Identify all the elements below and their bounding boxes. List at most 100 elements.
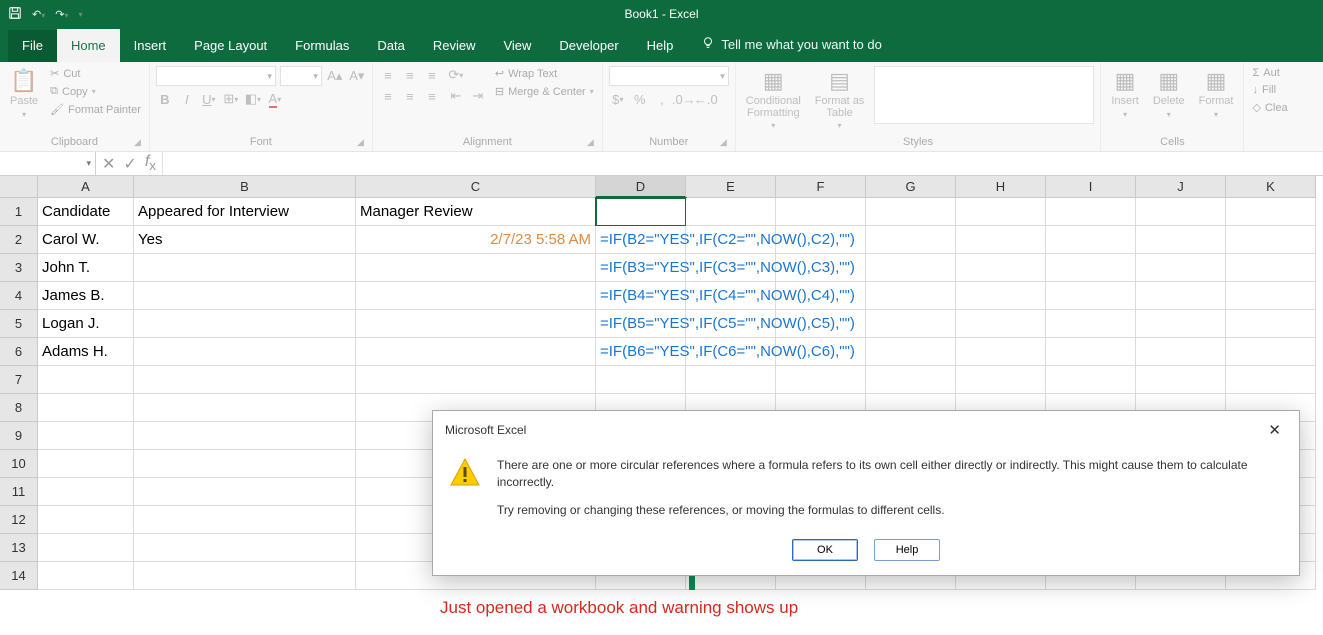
cell-A8[interactable] — [38, 394, 134, 422]
column-header-I[interactable]: I — [1046, 176, 1136, 198]
ok-button[interactable]: OK — [792, 539, 858, 561]
alignment-launcher-icon[interactable]: ◢ — [587, 137, 594, 148]
column-header-F[interactable]: F — [776, 176, 866, 198]
row-header-1[interactable]: 1 — [0, 198, 38, 226]
cell-C6[interactable] — [356, 338, 596, 366]
cell-G2[interactable] — [866, 226, 956, 254]
column-header-J[interactable]: J — [1136, 176, 1226, 198]
wrap-text-button[interactable]: ↩Wrap Text — [493, 66, 596, 81]
tab-developer[interactable]: Developer — [545, 30, 632, 62]
cell-B10[interactable] — [134, 450, 356, 478]
percent-icon[interactable]: % — [631, 90, 649, 108]
cell-B9[interactable] — [134, 422, 356, 450]
cell-G1[interactable] — [866, 198, 956, 226]
row-header-7[interactable]: 7 — [0, 366, 38, 394]
underline-icon[interactable]: U▾ — [200, 90, 218, 108]
copy-button[interactable]: ⧉Copy▾ — [48, 84, 143, 99]
tab-page-layout[interactable]: Page Layout — [180, 30, 281, 62]
cell-A6[interactable]: Adams H. — [38, 338, 134, 366]
delete-cells-button[interactable]: ▦Delete▾ — [1149, 66, 1189, 121]
help-button[interactable]: Help — [874, 539, 940, 561]
conditional-formatting-button[interactable]: ▦ Conditional Formatting▾ — [742, 66, 805, 132]
cell-B6[interactable] — [134, 338, 356, 366]
tell-me-search[interactable]: Tell me what you want to do — [687, 28, 895, 62]
column-header-D[interactable]: D — [596, 176, 686, 198]
cell-B14[interactable] — [134, 562, 356, 590]
font-color-icon[interactable]: A▾ — [266, 90, 284, 108]
insert-cells-button[interactable]: ▦Insert▾ — [1107, 66, 1143, 121]
cell-D5[interactable]: =IF(B5="YES",IF(C5="",NOW(),C5),"") — [596, 310, 686, 338]
cell-D1[interactable] — [596, 198, 686, 226]
column-header-A[interactable]: A — [38, 176, 134, 198]
decrease-decimal-icon[interactable]: ←.0 — [697, 90, 715, 108]
cell-J3[interactable] — [1136, 254, 1226, 282]
number-launcher-icon[interactable]: ◢ — [720, 137, 727, 148]
increase-decimal-icon[interactable]: .0→ — [675, 90, 693, 108]
cell-E1[interactable] — [686, 198, 776, 226]
tab-file[interactable]: File — [8, 30, 57, 62]
cell-D4[interactable]: =IF(B4="YES",IF(C4="",NOW(),C4),"") — [596, 282, 686, 310]
formula-input[interactable] — [163, 152, 1323, 175]
bold-icon[interactable]: B — [156, 90, 174, 108]
decrease-indent-icon[interactable]: ⇤ — [447, 87, 465, 105]
cell-A7[interactable] — [38, 366, 134, 394]
save-icon[interactable] — [8, 6, 22, 23]
row-header-10[interactable]: 10 — [0, 450, 38, 478]
column-header-H[interactable]: H — [956, 176, 1046, 198]
font-launcher-icon[interactable]: ◢ — [357, 137, 364, 148]
cell-I5[interactable] — [1046, 310, 1136, 338]
fill-color-icon[interactable]: ◧▾ — [244, 90, 262, 108]
format-cells-button[interactable]: ▦Format▾ — [1195, 66, 1238, 121]
cell-B5[interactable] — [134, 310, 356, 338]
cell-G3[interactable] — [866, 254, 956, 282]
row-header-2[interactable]: 2 — [0, 226, 38, 254]
cell-A3[interactable]: John T. — [38, 254, 134, 282]
cancel-formula-icon[interactable]: ✕ — [102, 154, 115, 174]
comma-icon[interactable]: , — [653, 90, 671, 108]
cell-B12[interactable] — [134, 506, 356, 534]
cell-B8[interactable] — [134, 394, 356, 422]
format-painter-button[interactable]: 🖌Format Painter — [48, 102, 143, 117]
row-header-13[interactable]: 13 — [0, 534, 38, 562]
cell-D2[interactable]: =IF(B2="YES",IF(C2="",NOW(),C2),"") — [596, 226, 686, 254]
cell-H5[interactable] — [956, 310, 1046, 338]
cell-H7[interactable] — [956, 366, 1046, 394]
enter-formula-icon[interactable]: ✓ — [123, 154, 136, 174]
font-name-select[interactable] — [156, 66, 276, 86]
row-header-5[interactable]: 5 — [0, 310, 38, 338]
cell-K7[interactable] — [1226, 366, 1316, 394]
cell-A12[interactable] — [38, 506, 134, 534]
format-as-table-button[interactable]: ▤ Format as Table▾ — [811, 66, 869, 132]
cell-B2[interactable]: Yes — [134, 226, 356, 254]
cell-B4[interactable] — [134, 282, 356, 310]
cell-J6[interactable] — [1136, 338, 1226, 366]
cell-J7[interactable] — [1136, 366, 1226, 394]
row-header-11[interactable]: 11 — [0, 478, 38, 506]
row-header-12[interactable]: 12 — [0, 506, 38, 534]
cell-A10[interactable] — [38, 450, 134, 478]
font-size-select[interactable] — [280, 66, 322, 86]
clear-button[interactable]: ◇Clea — [1250, 100, 1289, 115]
cell-K3[interactable] — [1226, 254, 1316, 282]
align-top-icon[interactable]: ≡ — [379, 66, 397, 84]
column-header-B[interactable]: B — [134, 176, 356, 198]
cell-K4[interactable] — [1226, 282, 1316, 310]
align-bottom-icon[interactable]: ≡ — [423, 66, 441, 84]
tab-help[interactable]: Help — [633, 30, 688, 62]
tab-formulas[interactable]: Formulas — [281, 30, 363, 62]
cell-G7[interactable] — [866, 366, 956, 394]
borders-icon[interactable]: ⊞▾ — [222, 90, 240, 108]
orientation-icon[interactable]: ⟳▾ — [447, 66, 465, 84]
fx-icon[interactable]: fx — [145, 153, 156, 173]
column-header-C[interactable]: C — [356, 176, 596, 198]
cell-B11[interactable] — [134, 478, 356, 506]
merge-center-button[interactable]: ⊟Merge & Center▾ — [493, 84, 596, 99]
increase-indent-icon[interactable]: ⇥ — [469, 87, 487, 105]
column-header-G[interactable]: G — [866, 176, 956, 198]
cell-D3[interactable]: =IF(B3="YES",IF(C3="",NOW(),C3),"") — [596, 254, 686, 282]
cell-J2[interactable] — [1136, 226, 1226, 254]
cell-I7[interactable] — [1046, 366, 1136, 394]
tab-data[interactable]: Data — [363, 30, 418, 62]
cell-B1[interactable]: Appeared for Interview — [134, 198, 356, 226]
cell-A2[interactable]: Carol W. — [38, 226, 134, 254]
